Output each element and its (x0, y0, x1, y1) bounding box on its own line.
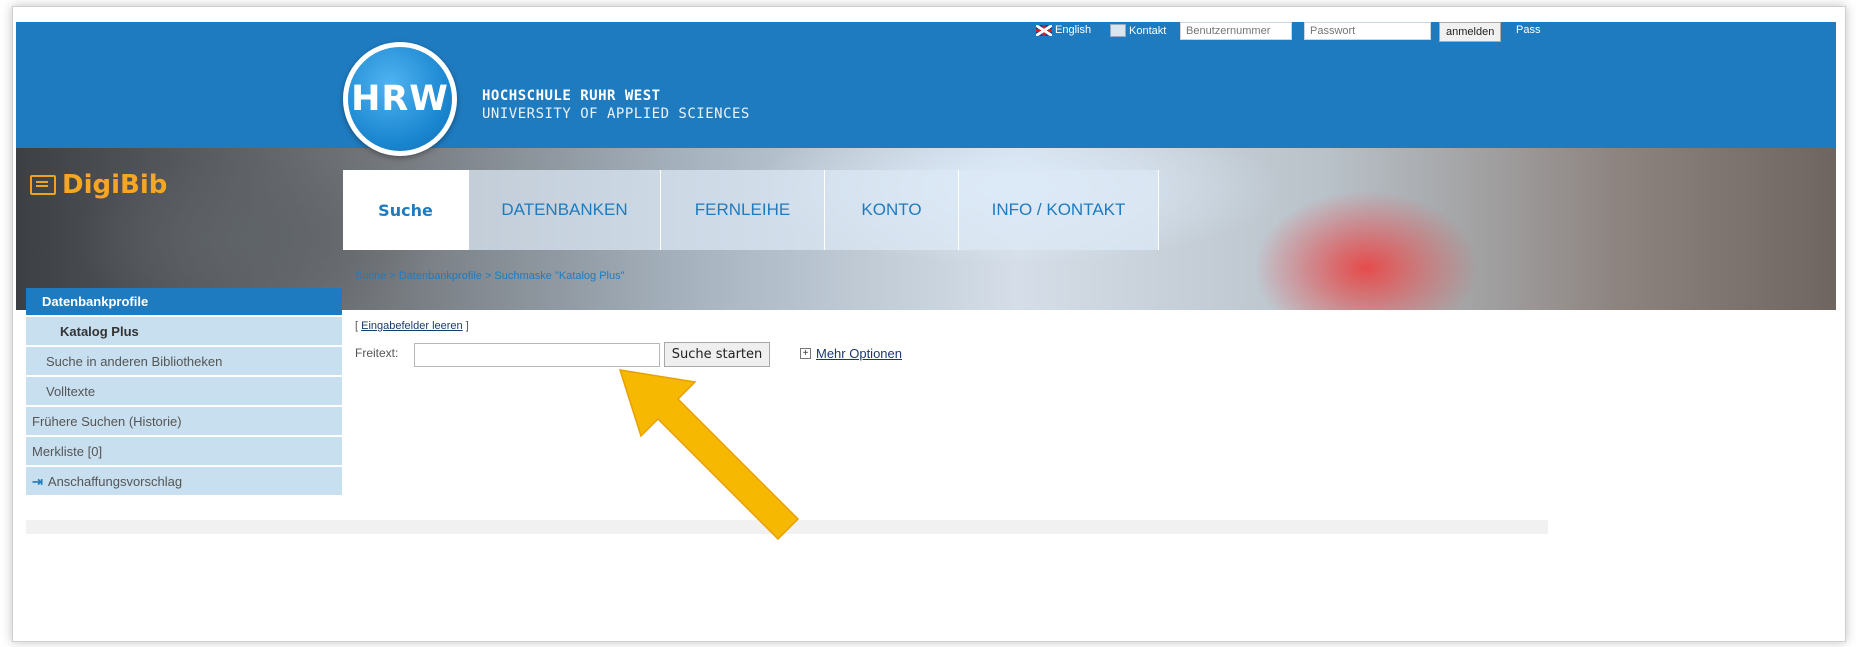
freitext-label: Freitext: (355, 346, 399, 360)
more-options-link[interactable]: + Mehr Optionen (800, 346, 902, 361)
sidebar-item-anschaffungsvorschlag[interactable]: ⇥ Anschaffungsvorschlag (26, 467, 342, 495)
sidebar-item-merkliste[interactable]: Merkliste [0] (26, 437, 342, 465)
sidebar-heading[interactable]: Datenbankprofile (26, 288, 342, 315)
clear-suffix: ] (465, 320, 469, 332)
login-arrow-icon: ⇥ (32, 474, 43, 489)
contact-icon (1110, 24, 1126, 37)
main-nav-tabs: Suche DATENBANKEN FERNLEIHE KONTO INFO /… (343, 170, 1159, 250)
language-link[interactable]: English (1036, 24, 1091, 36)
digibib-logo[interactable]: DigiBib (30, 170, 167, 200)
logo-title: HOCHSCHULE RUHR WEST (482, 88, 661, 104)
login-button[interactable]: anmelden (1439, 22, 1502, 42)
sidebar-item-katalog-plus[interactable]: Katalog Plus (26, 317, 342, 345)
sidebar: Datenbankprofile Katalog Plus Suche in a… (26, 288, 342, 497)
tab-fernleihe[interactable]: FERNLEIHE (661, 170, 825, 250)
clear-fields: [ Eingabefelder leeren ] (355, 320, 469, 332)
breadcrumb: Suche > Datenbankprofile > Suchmaske "Ka… (355, 270, 625, 282)
password-link-label: Pass (1516, 24, 1541, 36)
plus-box-icon: + (800, 348, 811, 359)
digibib-icon (30, 175, 56, 195)
tab-suche[interactable]: Suche (343, 170, 469, 250)
tab-datenbanken[interactable]: DATENBANKEN (469, 170, 661, 250)
header-bar (16, 22, 1836, 148)
sidebar-item-volltexte[interactable]: Volltexte (26, 377, 342, 405)
password-link[interactable]: Pass (1516, 24, 1540, 36)
sidebar-item-label: Anschaffungsvorschlag (47, 474, 183, 489)
contact-label: Kontakt (1129, 24, 1167, 37)
language-label: English (1055, 24, 1092, 36)
tab-konto[interactable]: KONTO (825, 170, 959, 250)
logo-subtitle: UNIVERSITY OF APPLIED SCIENCES (482, 106, 750, 122)
password-input[interactable] (1304, 22, 1431, 40)
digibib-label: DigiBib (62, 170, 168, 200)
uk-flag-icon (1036, 24, 1052, 36)
tab-info-kontakt[interactable]: INFO / KONTAKT (959, 170, 1159, 250)
sidebar-item-historie[interactable]: Frühere Suchen (Historie) (26, 407, 342, 435)
arrow-annotation-icon (618, 369, 800, 540)
contact-link[interactable]: Kontakt (1110, 24, 1166, 37)
clear-prefix: [ (355, 320, 359, 332)
user-number-input[interactable] (1180, 22, 1292, 40)
sidebar-item-andere-bibliotheken[interactable]: Suche in anderen Bibliotheken (26, 347, 342, 375)
hrw-logo[interactable]: HRW (343, 42, 457, 156)
clear-fields-link[interactable]: Eingabefelder leeren (361, 320, 463, 332)
more-options-label: Mehr Optionen (816, 346, 902, 361)
